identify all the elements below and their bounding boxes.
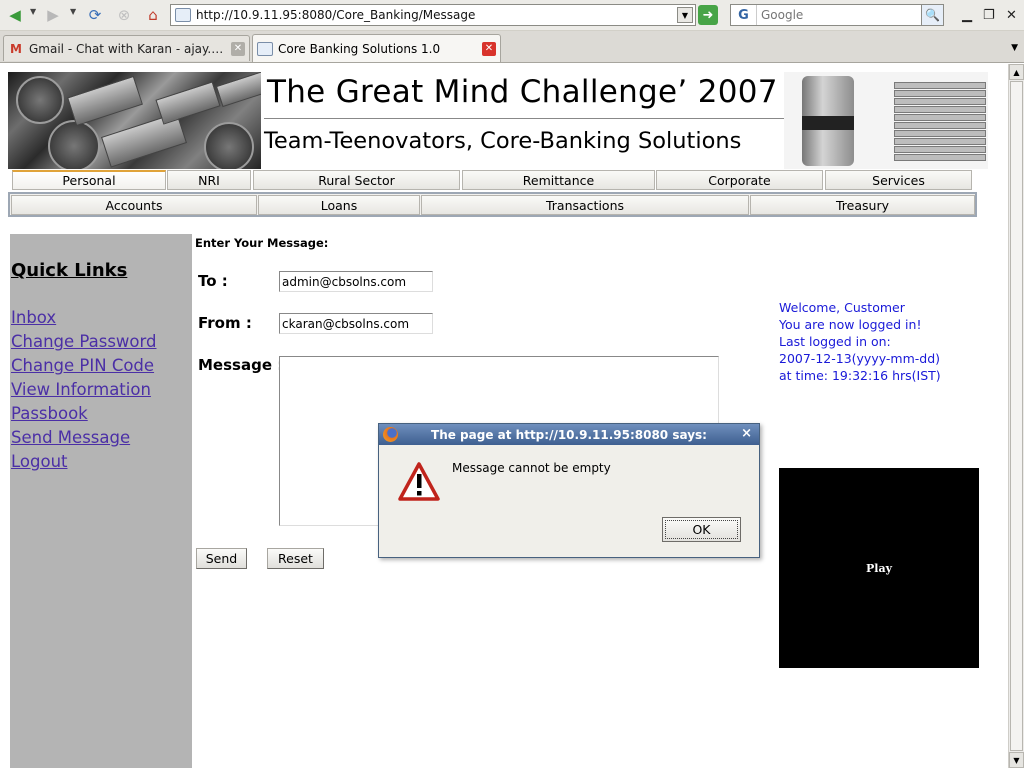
ok-button[interactable]: OK [662,517,741,542]
nav-treasury[interactable]: Treasury [750,195,975,215]
search-bar[interactable]: G 🔍 [730,4,944,26]
bullion-coins-image [8,72,261,169]
nav-services[interactable]: Services [825,170,972,190]
dialog-message: Message cannot be empty [452,461,611,475]
nav-accounts[interactable]: Accounts [11,195,257,215]
page-favicon-icon [257,41,273,56]
forward-history-dropdown-icon[interactable]: ▼ [70,7,76,16]
welcome-line: Welcome, Customer [779,300,905,315]
link-passbook[interactable]: Passbook [11,404,157,428]
minimize-icon[interactable]: ▁ [962,8,972,23]
quick-links-list: Inbox Change Password Change PIN Code Vi… [11,308,157,476]
banner-subtitle: Team-Teenovators, Core-Banking Solutions [264,128,742,154]
tab-gmail-label: Gmail - Chat with Karan - ajay.kr... [29,41,227,56]
nav-remittance[interactable]: Remittance [462,170,655,190]
stop-icon[interactable]: ⊗ [114,5,134,25]
tab-core-banking-label: Core Banking Solutions 1.0 [278,41,441,56]
login-status-line: You are now logged in! [779,317,922,332]
vertical-scrollbar[interactable]: ▲ ▼ [1008,64,1024,768]
from-field[interactable] [279,313,433,334]
gmail-icon: M [10,41,22,56]
money-stack-image [784,72,988,169]
browser-toolbar: ◀ ▼ ▶ ▼ ⟳ ⊗ ⌂ http://10.9.11.95:8080/Cor… [0,0,1024,31]
tab-core-banking[interactable]: Core Banking Solutions 1.0 ✕ [252,34,501,62]
welcome-panel: Welcome, Customer You are now logged in!… [779,299,941,384]
dialog-close-icon[interactable]: × [741,426,752,441]
media-player[interactable]: Play [779,468,979,668]
scroll-down-icon[interactable]: ▼ [1009,752,1024,768]
nav-nri[interactable]: NRI [167,170,251,190]
quick-links-title: Quick Links [11,260,128,281]
primary-nav: Personal NRI Rural Sector Remittance Cor… [10,170,976,190]
tab-bar: M Gmail - Chat with Karan - ajay.kr... ✕… [0,31,1024,63]
back-history-dropdown-icon[interactable]: ▼ [30,7,36,16]
nav-corporate[interactable]: Corporate [656,170,823,190]
alert-dialog: The page at http://10.9.11.95:8080 says:… [378,423,760,558]
reset-button[interactable]: Reset [267,548,324,569]
last-login-time: at time: 19:32:16 hrs(IST) [779,368,941,383]
link-view-information[interactable]: View Information [11,380,157,404]
from-label: From : [198,314,252,332]
last-login-date: 2007-12-13(yyyy-mm-dd) [779,351,941,366]
to-label: To : [198,272,228,290]
message-label: Message : [198,356,284,374]
form-heading: Enter Your Message: [195,236,329,250]
reload-icon[interactable]: ⟳ [84,5,106,25]
home-icon[interactable]: ⌂ [142,5,164,25]
window-close-icon[interactable]: ✕ [1006,8,1017,23]
scrollbar-thumb[interactable] [1010,81,1023,751]
nav-personal[interactable]: Personal [12,170,166,190]
firefox-icon [383,427,398,442]
restore-icon[interactable]: ❐ [983,8,995,23]
link-logout[interactable]: Logout [11,452,157,476]
tab-close-icon[interactable]: ✕ [231,41,245,56]
send-button[interactable]: Send [196,548,247,569]
forward-arrow-icon[interactable]: ▶ [42,5,64,25]
secondary-nav: Accounts Loans Transactions Treasury [8,192,977,217]
go-arrow-icon[interactable]: ➜ [698,5,718,25]
scroll-up-icon[interactable]: ▲ [1009,64,1024,80]
google-engine-icon[interactable]: G [731,5,757,25]
address-url[interactable]: http://10.9.11.95:8080/Core_Banking/Mess… [196,8,677,22]
link-change-pin-code[interactable]: Change PIN Code [11,356,157,380]
page-favicon-icon [175,8,191,22]
tab-gmail[interactable]: M Gmail - Chat with Karan - ajay.kr... ✕ [3,35,250,61]
page-content: The Great Mind Challenge’ 2007 Team-Teen… [0,64,1008,768]
address-bar[interactable]: http://10.9.11.95:8080/Core_Banking/Mess… [170,4,696,26]
dialog-titlebar: The page at http://10.9.11.95:8080 says:… [379,424,759,445]
play-label[interactable]: Play [866,562,892,575]
to-field[interactable] [279,271,433,292]
banner-title: The Great Mind Challenge’ 2007 [267,74,778,110]
last-login-label: Last logged in on: [779,334,891,349]
tab-close-icon[interactable]: ✕ [482,41,496,56]
back-arrow-icon[interactable]: ◀ [4,5,26,25]
nav-loans[interactable]: Loans [258,195,420,215]
search-magnifier-icon[interactable]: 🔍 [921,5,943,25]
link-change-password[interactable]: Change Password [11,332,157,356]
tab-list-dropdown-icon[interactable]: ▼ [1011,43,1018,53]
search-input[interactable] [757,6,921,24]
nav-rural-sector[interactable]: Rural Sector [253,170,460,190]
address-dropdown-icon[interactable]: ▼ [677,7,693,23]
nav-transactions[interactable]: Transactions [421,195,749,215]
banner-divider [264,118,784,119]
link-send-message[interactable]: Send Message [11,428,157,452]
dialog-title: The page at http://10.9.11.95:8080 says: [431,427,707,442]
quick-links-sidebar: Quick Links Inbox Change Password Change… [10,234,192,768]
warning-icon [398,462,440,501]
header-banner: The Great Mind Challenge’ 2007 Team-Teen… [8,72,988,169]
link-inbox[interactable]: Inbox [11,308,157,332]
